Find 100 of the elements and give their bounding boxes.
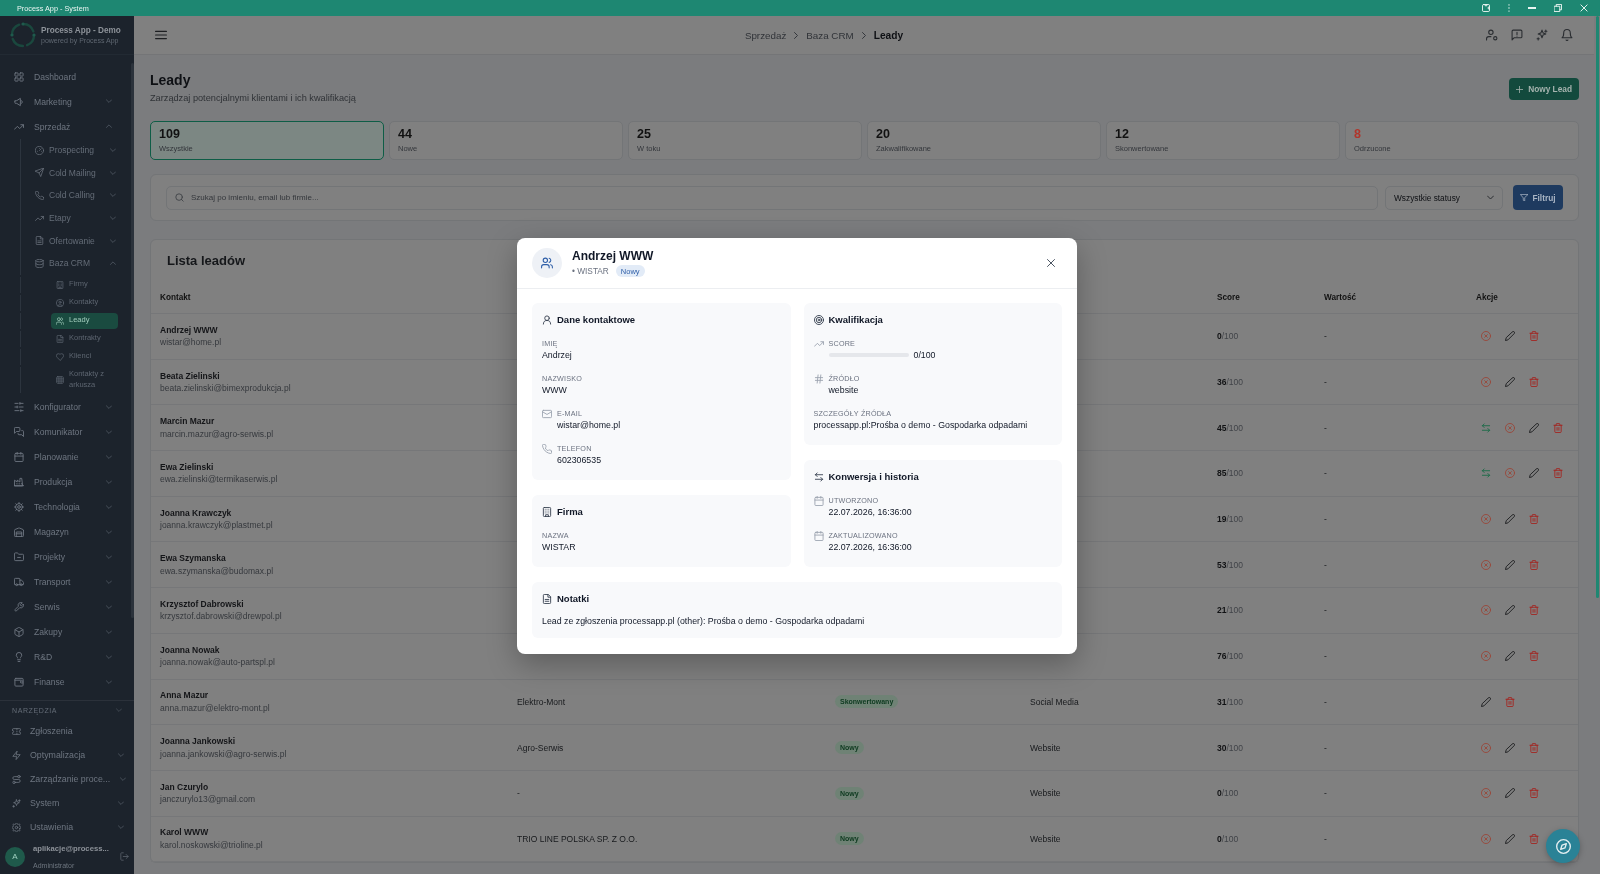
- pencil-icon[interactable]: [1505, 788, 1515, 799]
- nav-item[interactable]: Sprzedaż: [0, 114, 131, 139]
- search-field[interactable]: Szukaj po imieniu, email lub firmie...: [166, 185, 1378, 210]
- trash-icon[interactable]: [1529, 833, 1539, 844]
- lead-score: 36/100: [1217, 377, 1243, 388]
- nav-item[interactable]: Marketing: [0, 89, 131, 114]
- user-gear-icon[interactable]: [1486, 29, 1498, 41]
- circle-x-icon[interactable]: [1481, 651, 1491, 662]
- nav-item[interactable]: Konfigurator: [0, 394, 131, 420]
- pencil-icon[interactable]: [1505, 605, 1515, 616]
- restore-icon[interactable]: [1554, 4, 1562, 12]
- nav-item[interactable]: Planowanie: [0, 444, 131, 470]
- pencil-icon[interactable]: [1505, 651, 1515, 662]
- nav-item[interactable]: Produkcja: [0, 469, 131, 495]
- new-lead-button[interactable]: Nowy Lead: [1509, 78, 1579, 100]
- trash-icon[interactable]: [1529, 559, 1539, 570]
- trash-icon[interactable]: [1529, 331, 1539, 342]
- arrows-icon[interactable]: [1481, 422, 1491, 433]
- nav-item[interactable]: Cold Mailing: [21, 161, 131, 185]
- target-icon: [813, 315, 824, 325]
- nav-item[interactable]: Prospecting: [21, 139, 131, 162]
- close-icon[interactable]: [1046, 259, 1055, 267]
- circle-x-icon[interactable]: [1481, 742, 1491, 753]
- pencil-icon[interactable]: [1505, 742, 1515, 753]
- logout-icon[interactable]: [120, 852, 129, 861]
- stat-value: 109: [159, 127, 181, 142]
- circle-x-icon[interactable]: [1481, 788, 1491, 799]
- puzzle-icon[interactable]: [1482, 4, 1490, 12]
- trash-icon[interactable]: [1529, 514, 1539, 525]
- arrows-icon[interactable]: [1481, 468, 1491, 479]
- minimize-icon[interactable]: [1528, 7, 1536, 9]
- nav-item[interactable]: Cold Calling: [21, 184, 131, 207]
- lead-email: ewa.zielinski@termikaserwis.pl: [160, 473, 278, 486]
- circle-x-icon[interactable]: [1505, 422, 1515, 433]
- circle-x-icon[interactable]: [1481, 331, 1491, 342]
- lead-name: Andrzej WWW: [160, 323, 218, 337]
- pencil-icon[interactable]: [1505, 833, 1515, 844]
- message-icon[interactable]: [1511, 29, 1523, 41]
- sparkles-icon[interactable]: [1536, 29, 1548, 41]
- circle-x-icon[interactable]: [1481, 559, 1491, 570]
- nav-item[interactable]: Dashboard: [0, 64, 131, 89]
- pencil-icon[interactable]: [1505, 514, 1515, 525]
- trash-icon[interactable]: [1553, 468, 1563, 479]
- circle-x-icon[interactable]: [1481, 377, 1491, 388]
- lead-source: Website: [1030, 788, 1061, 799]
- pencil-icon[interactable]: [1505, 331, 1515, 342]
- company-name: TRIO LINE POLSKA SP. Z O.O.: [517, 833, 638, 844]
- bolt-icon: [11, 750, 21, 760]
- circle-x-icon[interactable]: [1481, 833, 1491, 844]
- breadcrumb-item[interactable]: Baza CRM: [806, 29, 854, 41]
- card-title: Notatki: [557, 592, 590, 606]
- trash-icon[interactable]: [1505, 696, 1515, 707]
- nav-item[interactable]: Finanse: [0, 669, 131, 695]
- pencil-icon[interactable]: [1481, 696, 1491, 707]
- nav-item[interactable]: Zgłoszenia: [0, 719, 134, 743]
- trash-icon[interactable]: [1529, 651, 1539, 662]
- scrollbar-thumb[interactable]: [1595, 16, 1599, 598]
- nav-item[interactable]: Zarządzanie proce...: [0, 767, 134, 791]
- nav-item[interactable]: Projekty: [0, 544, 131, 570]
- calendar-icon: [14, 452, 24, 463]
- circle-x-icon[interactable]: [1505, 468, 1515, 479]
- circle-x-icon[interactable]: [1481, 605, 1491, 616]
- user-avatar[interactable]: A: [5, 846, 25, 867]
- pencil-icon[interactable]: [1505, 559, 1515, 570]
- trash-icon[interactable]: [1529, 605, 1539, 616]
- nav-item[interactable]: Optymalizacja: [0, 743, 134, 767]
- hash-icon: [813, 374, 824, 384]
- breadcrumb-item: Leady: [873, 29, 904, 41]
- nav-item[interactable]: Zakupy: [0, 619, 131, 645]
- pencil-icon[interactable]: [1529, 468, 1539, 479]
- menu-icon[interactable]: [155, 30, 167, 40]
- lead-email: karol.noskowski@trioline.pl: [160, 838, 263, 852]
- nav-item[interactable]: Ustawienia: [0, 815, 134, 839]
- circle-x-icon[interactable]: [1481, 514, 1491, 525]
- bell-icon[interactable]: [1561, 29, 1573, 41]
- trash-icon[interactable]: [1529, 742, 1539, 753]
- nav-item[interactable]: Technologia: [0, 494, 131, 520]
- scrollbar-thumb[interactable]: [131, 63, 134, 618]
- status-select[interactable]: Wszystkie statusy: [1385, 185, 1503, 210]
- trash-icon[interactable]: [1553, 422, 1563, 433]
- lead-score: 0/100: [1217, 788, 1239, 799]
- card-title: Firma: [557, 505, 583, 519]
- pencil-icon[interactable]: [1529, 422, 1539, 433]
- users-icon: [56, 316, 64, 325]
- nav-item[interactable]: Magazyn: [0, 519, 131, 545]
- nav-item[interactable]: System: [0, 791, 134, 815]
- filter-button[interactable]: Filtruj: [1513, 185, 1563, 210]
- nav-item[interactable]: Baza CRM: [21, 251, 131, 275]
- breadcrumb-item[interactable]: Sprzedaż: [744, 29, 787, 41]
- chat-icon: [14, 427, 24, 438]
- nav-item[interactable]: Etapy: [21, 206, 131, 230]
- trash-icon[interactable]: [1529, 377, 1539, 388]
- nav-item[interactable]: Komunikator: [0, 419, 131, 445]
- trash-icon[interactable]: [1529, 788, 1539, 799]
- lead-email: wistar@home.pl: [160, 336, 222, 349]
- pencil-icon[interactable]: [1505, 377, 1515, 388]
- nav-item[interactable]: Ofertowanie: [21, 229, 131, 252]
- nav-item[interactable]: Serwis: [0, 594, 131, 620]
- nav-item[interactable]: Transport: [0, 569, 131, 595]
- nav-item[interactable]: R&D: [0, 644, 131, 670]
